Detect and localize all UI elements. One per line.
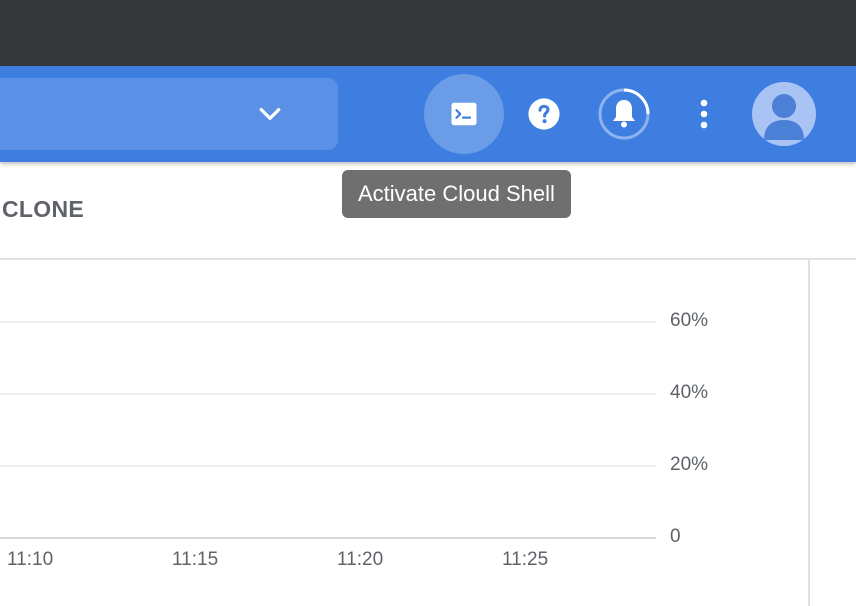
avatar-icon [752, 82, 816, 146]
x-tick-label: 11:10 [7, 549, 54, 570]
more-options-button[interactable] [684, 90, 724, 138]
help-icon [527, 97, 561, 131]
y-tick-label: 60% [670, 310, 709, 331]
x-tick-label: 11:25 [502, 549, 549, 570]
account-avatar-button[interactable] [752, 82, 816, 146]
activate-cloud-shell-button[interactable] [424, 74, 504, 154]
x-tick-label: 11:15 [172, 549, 219, 570]
y-tick-label: 40% [670, 382, 709, 403]
more-vert-icon [698, 98, 710, 130]
bell-icon [596, 86, 652, 142]
clone-tab-label[interactable]: CLONE [2, 196, 84, 223]
x-tick-label: 11:20 [337, 549, 384, 570]
cloud-shell-tooltip: Activate Cloud Shell [342, 170, 571, 218]
chart-panel: 60% 40% 20% 0 11:10 11:15 11:20 11:25 [0, 260, 810, 606]
notifications-button[interactable] [596, 86, 652, 142]
project-selector[interactable] [0, 78, 338, 150]
browser-top-strip [0, 0, 856, 66]
y-tick-label: 0 [670, 526, 681, 547]
help-button[interactable] [520, 90, 568, 138]
chevron-down-icon[interactable] [254, 98, 286, 130]
cloud-shell-icon [449, 99, 479, 129]
y-tick-label: 20% [670, 454, 709, 475]
console-header [0, 66, 856, 162]
